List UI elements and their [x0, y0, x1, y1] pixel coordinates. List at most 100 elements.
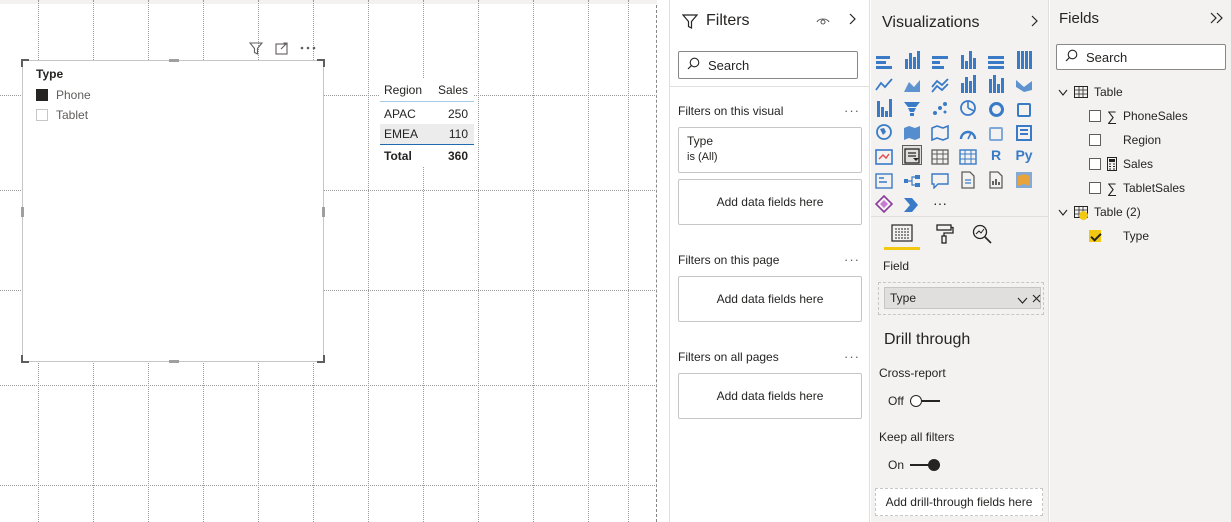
resize-handle-bottom[interactable]	[169, 360, 179, 363]
arcgis-map-icon[interactable]	[1014, 169, 1034, 189]
waterfall-chart-icon[interactable]	[874, 97, 894, 117]
shape-map-icon[interactable]	[930, 121, 950, 141]
stacked-column-chart-icon[interactable]	[902, 49, 922, 69]
fields-search-input[interactable]: Search	[1056, 44, 1226, 70]
more-options-icon[interactable]: ···	[844, 103, 860, 118]
slicer-visual-icon[interactable]	[902, 145, 922, 165]
field-row-type[interactable]: Type	[1089, 227, 1149, 245]
field-checkbox[interactable]	[1089, 158, 1101, 170]
stacked-area-chart-icon[interactable]	[930, 73, 950, 93]
power-apps-icon[interactable]	[874, 193, 894, 213]
more-options-icon[interactable]	[300, 41, 316, 55]
keep-all-filters-toggle[interactable]: On	[888, 458, 941, 472]
field-row-sales[interactable]: Sales	[1089, 155, 1153, 173]
add-data-fields-dropzone[interactable]: Add data fields here	[678, 276, 862, 322]
chevron-down-icon[interactable]	[1017, 293, 1028, 307]
area-chart-icon[interactable]	[902, 73, 922, 93]
resize-handle-corner[interactable]	[21, 355, 29, 363]
tab-analytics[interactable]	[969, 224, 995, 250]
pie-chart-icon[interactable]	[958, 97, 978, 117]
tree-table-node[interactable]: Table	[1058, 83, 1123, 101]
stacked-bar-chart-icon[interactable]	[874, 49, 894, 69]
table-visual-icon[interactable]	[930, 145, 950, 165]
tree-table-node[interactable]: Table (2)	[1058, 203, 1141, 221]
more-visuals-icon[interactable]: ···	[930, 193, 950, 213]
100-stacked-bar-chart-icon[interactable]	[986, 49, 1006, 69]
funnel-chart-icon[interactable]	[902, 97, 922, 117]
field-chip-type[interactable]: Type	[884, 287, 1041, 309]
table-row[interactable]: EMEA 110	[380, 124, 474, 144]
grid-line	[0, 485, 657, 486]
field-checkbox[interactable]	[1089, 134, 1101, 146]
ribbon-chart-icon[interactable]	[1014, 73, 1034, 93]
line-chart-icon[interactable]	[874, 73, 894, 93]
map-icon[interactable]	[874, 121, 894, 141]
multi-row-card-icon[interactable]	[1014, 121, 1034, 141]
chevron-right-icon[interactable]	[848, 13, 856, 28]
qna-visual-icon[interactable]	[930, 169, 950, 189]
chevron-down-icon[interactable]	[1058, 89, 1068, 96]
slicer-checkbox-checked[interactable]	[36, 89, 48, 101]
close-icon[interactable]	[1032, 292, 1041, 306]
region-sales-table[interactable]: Region Sales APAC 250 EMEA 110 Total 360	[380, 78, 474, 166]
field-checkbox-checked[interactable]	[1089, 230, 1101, 242]
power-automate-icon[interactable]	[902, 193, 922, 213]
filters-search-input[interactable]: Search	[678, 51, 858, 79]
filled-map-icon[interactable]	[902, 121, 922, 141]
line-column-chart-icon[interactable]	[958, 73, 978, 93]
clustered-column-chart-icon[interactable]	[958, 49, 978, 69]
resize-handle-left[interactable]	[21, 207, 24, 217]
cross-report-toggle[interactable]: Off	[888, 394, 940, 408]
chevron-right-icon[interactable]	[1030, 15, 1038, 30]
slicer-checkbox[interactable]	[36, 109, 48, 121]
100-stacked-column-chart-icon[interactable]	[1014, 49, 1034, 69]
gauge-icon[interactable]	[958, 121, 978, 141]
field-well[interactable]: Type	[878, 282, 1044, 315]
key-influencers-icon[interactable]	[874, 169, 894, 189]
field-row-region[interactable]: Region	[1089, 131, 1161, 149]
slicer-item-phone[interactable]: Phone	[36, 87, 91, 103]
r-script-visual-icon[interactable]: R	[986, 145, 1006, 165]
chevron-down-icon[interactable]	[1058, 209, 1068, 216]
slicer-item-tablet[interactable]: Tablet	[36, 107, 88, 123]
kpi-icon[interactable]	[874, 145, 894, 165]
field-row-tabletsales[interactable]: ∑ TabletSales	[1089, 179, 1185, 197]
more-options-icon[interactable]: ···	[844, 252, 860, 267]
more-options-icon[interactable]: ···	[844, 349, 860, 364]
tab-format[interactable]	[932, 224, 958, 250]
scatter-chart-icon[interactable]	[930, 97, 950, 117]
donut-chart-icon[interactable]	[986, 97, 1006, 117]
resize-handle-right[interactable]	[322, 207, 325, 217]
add-data-fields-dropzone[interactable]: Add data fields here	[678, 179, 862, 225]
table-cell: APAC	[384, 107, 416, 121]
decomposition-tree-icon[interactable]	[902, 169, 922, 189]
treemap-icon[interactable]	[1014, 97, 1034, 117]
resize-handle-corner[interactable]	[317, 355, 325, 363]
eye-icon[interactable]	[816, 15, 830, 29]
smart-narrative-icon[interactable]	[958, 169, 978, 189]
report-canvas[interactable]: Type Phone Tablet Region Sales APAC 250	[0, 0, 657, 522]
python-visual-icon[interactable]: Py	[1014, 145, 1034, 165]
column-header-sales[interactable]: Sales	[432, 83, 474, 97]
column-header-region[interactable]: Region	[380, 83, 432, 97]
resize-handle-corner[interactable]	[21, 59, 29, 67]
card-icon[interactable]	[986, 121, 1006, 141]
clustered-bar-chart-icon[interactable]	[930, 49, 950, 69]
resize-handle-corner[interactable]	[317, 59, 325, 67]
field-row-phonesales[interactable]: ∑ PhoneSales	[1089, 107, 1188, 125]
matrix-visual-icon[interactable]	[958, 145, 978, 165]
filter-card-type[interactable]: Type is (All)	[678, 127, 862, 173]
table-row[interactable]: APAC 250	[380, 104, 474, 124]
tab-build-visual[interactable]	[884, 224, 920, 250]
field-checkbox[interactable]	[1089, 182, 1101, 194]
add-drill-through-fields-button[interactable]: Add drill-through fields here	[875, 488, 1043, 516]
double-chevron-right-icon[interactable]	[1210, 12, 1224, 27]
type-slicer[interactable]: Type Phone Tablet	[21, 59, 325, 363]
add-data-fields-dropzone[interactable]: Add data fields here	[678, 373, 862, 419]
line-clustered-column-chart-icon[interactable]	[986, 73, 1006, 93]
field-checkbox[interactable]	[1089, 110, 1101, 122]
paginated-report-icon[interactable]	[986, 169, 1006, 189]
resize-handle-top[interactable]	[169, 59, 179, 62]
focus-mode-icon[interactable]	[274, 41, 290, 55]
filter-icon[interactable]	[248, 41, 264, 55]
